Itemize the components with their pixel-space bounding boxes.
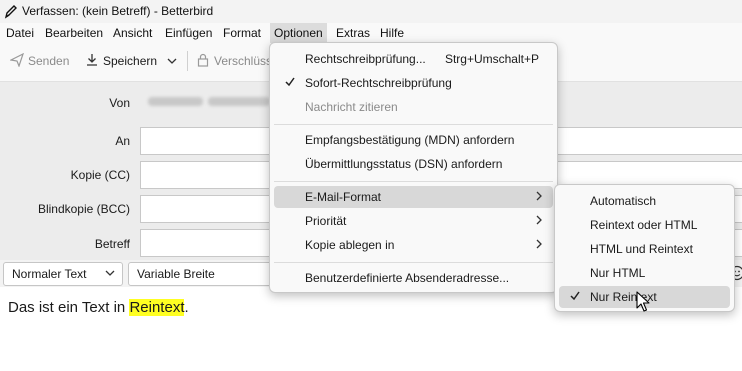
menu-item-label: HTML und Reintext — [590, 242, 693, 256]
format-item-auto[interactable]: Automatisch — [559, 190, 730, 212]
menu-item-priority[interactable]: Priorität — [274, 210, 553, 232]
font-value: Variable Breite — [137, 267, 215, 281]
menu-item-custom-sender[interactable]: Benutzerdefinierte Absenderadresse... — [274, 267, 553, 289]
title-bar: Verfassen: (kein Betreff) - Betterbird — [0, 0, 742, 23]
send-icon — [10, 53, 24, 67]
paragraph-format-select[interactable]: Normaler Text — [3, 262, 123, 286]
save-dropdown-chevron-icon[interactable] — [166, 56, 178, 66]
format-item-plain-or-html[interactable]: Reintext oder HTML — [559, 214, 730, 236]
menu-bearbeiten[interactable]: Bearbeiten — [45, 26, 103, 40]
menu-einfuegen[interactable]: Einfügen — [165, 26, 212, 40]
menu-bar: Datei Bearbeiten Ansicht Einfügen Format… — [0, 23, 742, 43]
menu-separator — [274, 124, 553, 125]
menu-item-label: Priorität — [305, 214, 347, 228]
from-label: Von — [109, 96, 130, 110]
checkmark-icon — [570, 291, 580, 301]
font-select[interactable]: Variable Breite — [128, 262, 290, 286]
encrypt-label: Verschlüss — [214, 54, 273, 68]
menu-item-inline-spellcheck[interactable]: Sofort-Rechtschreibprüfung — [274, 72, 553, 94]
chevron-right-icon — [536, 215, 542, 225]
menu-item-mdn[interactable]: Empfangsbestätigung (MDN) anfordern — [274, 129, 553, 151]
subject-label: Betreff — [94, 237, 130, 251]
menu-format[interactable]: Format — [223, 26, 261, 40]
body-text-end: . — [184, 299, 189, 316]
body-text-plain: Das ist ein Text in — [8, 299, 130, 316]
menu-ansicht[interactable]: Ansicht — [113, 26, 152, 40]
bcc-label: Blindkopie (BCC) — [37, 202, 130, 216]
save-label: Speichern — [103, 54, 158, 68]
lock-icon — [197, 53, 209, 67]
menu-separator — [274, 262, 553, 263]
download-icon — [87, 54, 97, 66]
window-title: Verfassen: (kein Betreff) - Betterbird — [22, 4, 214, 18]
menu-item-quote-message[interactable]: Nachricht zitieren — [274, 96, 553, 118]
menu-item-spellcheck[interactable]: Rechtschreibprüfung... Strg+Umschalt+P — [274, 48, 553, 70]
checkmark-icon — [285, 77, 295, 87]
menu-item-dsn[interactable]: Übermittlungsstatus (DSN) anfordern — [274, 153, 553, 175]
menu-item-label: E-Mail-Format — [305, 190, 382, 204]
menu-datei[interactable]: Datei — [6, 26, 34, 40]
menu-item-label: Benutzerdefinierte Absenderadresse... — [305, 271, 510, 285]
toolbar-divider — [187, 51, 188, 71]
format-item-html-only[interactable]: Nur HTML — [559, 262, 730, 284]
menu-item-label: Kopie ablegen in — [305, 238, 395, 252]
chevron-right-icon — [536, 239, 542, 249]
body-text-highlight: Reintext — [129, 299, 185, 316]
chevron-right-icon — [536, 191, 542, 201]
menu-item-label: Rechtschreibprüfung... — [305, 52, 426, 66]
cc-label: Kopie (CC) — [70, 168, 130, 182]
paragraph-format-value: Normaler Text — [12, 267, 87, 281]
menu-item-label: Empfangsbestätigung (MDN) anfordern — [305, 133, 515, 147]
menu-optionen[interactable]: Optionen — [270, 23, 327, 43]
to-label: An — [115, 134, 130, 148]
encrypt-button[interactable]: Verschlüss — [197, 53, 273, 68]
menu-item-label: Sofort-Rechtschreibprüfung — [305, 76, 452, 90]
menu-separator — [274, 181, 553, 182]
menu-item-label: Übermittlungsstatus (DSN) anfordern — [305, 157, 503, 171]
menu-item-label: Nur HTML — [590, 266, 646, 280]
chevron-down-icon — [105, 270, 115, 276]
menu-item-email-format[interactable]: E-Mail-Format — [274, 186, 553, 208]
menu-extras[interactable]: Extras — [336, 26, 370, 40]
optionen-menu: Rechtschreibprüfung... Strg+Umschalt+P S… — [269, 42, 558, 293]
menu-item-label: Reintext oder HTML — [590, 218, 698, 232]
send-label: Senden — [28, 54, 70, 68]
save-button[interactable]: Speichern — [87, 54, 158, 68]
menu-item-shortcut: Strg+Umschalt+P — [444, 52, 539, 66]
menu-hilfe[interactable]: Hilfe — [380, 26, 404, 40]
menu-item-label: Nachricht zitieren — [305, 100, 398, 114]
mouse-cursor-icon — [636, 291, 650, 312]
pen-icon — [4, 5, 17, 19]
send-button[interactable]: Senden — [10, 53, 70, 68]
format-item-html-and-plain[interactable]: HTML und Reintext — [559, 238, 730, 260]
menu-item-save-copy[interactable]: Kopie ablegen in — [274, 234, 553, 256]
menu-item-label: Automatisch — [590, 194, 657, 208]
body-text: Das ist ein Text in Reintext. — [8, 299, 189, 316]
